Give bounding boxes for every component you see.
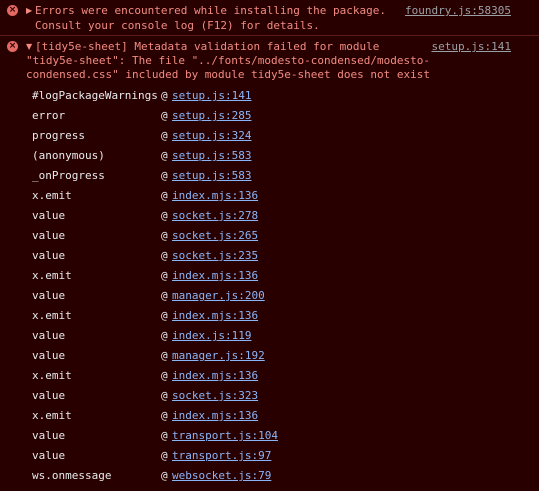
stack-frame-location-link[interactable]: socket.js:278	[172, 206, 258, 226]
error-message-line: [tidy5e-sheet] Metadata validation faile…	[35, 40, 380, 53]
error-icon: ×	[7, 41, 18, 52]
expand-triangle-icon[interactable]: ▶	[26, 4, 32, 17]
console-error-message[interactable]: × ▶ Errors were encountered while instal…	[0, 0, 539, 36]
stack-frame: value @ transport.js:97	[0, 446, 539, 466]
error-icon: ×	[7, 5, 18, 16]
stack-frame-function: value	[32, 329, 66, 342]
stack-frame-location-link[interactable]: index.mjs:136	[172, 306, 258, 326]
stack-frame-function: x.emit	[32, 409, 72, 422]
at-symbol: @	[161, 309, 168, 322]
at-symbol: @	[161, 109, 168, 122]
at-symbol: @	[161, 349, 168, 362]
stack-frame-location-link[interactable]: setup.js:583	[172, 146, 251, 166]
stack-frame-location-link[interactable]: setup.js:141	[172, 86, 251, 106]
at-symbol: @	[161, 289, 168, 302]
at-symbol: @	[161, 189, 168, 202]
stack-frame-location-link[interactable]: index.mjs:136	[172, 366, 258, 386]
error-message-line: Errors were encountered while installing…	[35, 4, 386, 17]
stack-frame: x.emit @ index.mjs:136	[0, 366, 539, 386]
stack-frame: _onProgress @ setup.js:583	[0, 166, 539, 186]
stack-frame: x.emit @ index.mjs:136	[0, 406, 539, 426]
at-symbol: @	[161, 249, 168, 262]
stack-frame-location-link[interactable]: transport.js:104	[172, 426, 278, 446]
stack-frame-location-link[interactable]: websocket.js:79	[172, 466, 271, 486]
stack-frame-function: error	[32, 109, 66, 122]
at-symbol: @	[161, 369, 168, 382]
stack-frame-function: ws.onmessage	[32, 469, 112, 482]
error-message-line: Consult your console log (F12) for detai…	[35, 19, 320, 32]
stack-frame: x.emit @ index.mjs:136	[0, 266, 539, 286]
stack-frame: value @ socket.js:278	[0, 206, 539, 226]
error-message-line: condensed.css" included by module tidy5e…	[26, 68, 430, 81]
stack-frame-location-link[interactable]: socket.js:323	[172, 386, 258, 406]
stack-frame-location-link[interactable]: setup.js:324	[172, 126, 251, 146]
stack-frame-location-link[interactable]: socket.js:265	[172, 226, 258, 246]
stack-frame: value @ socket.js:323	[0, 386, 539, 406]
at-symbol: @	[161, 389, 168, 402]
stack-frame-function: value	[32, 389, 66, 402]
stack-frame-function: (anonymous)	[32, 149, 105, 162]
source-link[interactable]: foundry.js:58305	[405, 4, 511, 17]
stack-frame: value @ transport.js:104	[0, 426, 539, 446]
at-symbol: @	[161, 149, 168, 162]
stack-frame-function: x.emit	[32, 309, 72, 322]
stack-frame: value @ manager.js:200	[0, 286, 539, 306]
stack-frame: (anonymous) @ setup.js:583	[0, 146, 539, 166]
stack-frame-location-link[interactable]: index.mjs:136	[172, 186, 258, 206]
at-symbol: @	[161, 409, 168, 422]
stack-frame-function: value	[32, 289, 66, 302]
stack-frame-function: value	[32, 249, 66, 262]
stack-frame-function: value	[32, 209, 66, 222]
error-message-line: "tidy5e-sheet": The file "../fonts/modes…	[26, 54, 430, 67]
stack-frame-location-link[interactable]: manager.js:200	[172, 286, 265, 306]
stack-frame: progress @ setup.js:324	[0, 126, 539, 146]
at-symbol: @	[161, 429, 168, 442]
stack-frame: x.emit @ index.mjs:136	[0, 186, 539, 206]
stack-frame-function: value	[32, 449, 66, 462]
stack-frame-function: x.emit	[32, 369, 72, 382]
stack-frame-location-link[interactable]: transport.js:97	[172, 446, 271, 466]
at-symbol: @	[161, 129, 168, 142]
at-symbol: @	[161, 229, 168, 242]
stack-frame-function: #logPackageWarnings	[32, 89, 158, 102]
at-symbol: @	[161, 209, 168, 222]
stack-frame: error @ setup.js:285	[0, 106, 539, 126]
stack-frame-location-link[interactable]: setup.js:285	[172, 106, 251, 126]
stack-frame-location-link[interactable]: index.mjs:136	[172, 266, 258, 286]
stack-frame-function: value	[32, 229, 66, 242]
stack-frame: x.emit @ index.mjs:136	[0, 306, 539, 326]
at-symbol: @	[161, 329, 168, 342]
at-symbol: @	[161, 469, 168, 482]
stack-frame: value @ socket.js:235	[0, 246, 539, 266]
stack-frame: value @ socket.js:265	[0, 226, 539, 246]
stack-frame-function: value	[32, 429, 66, 442]
stack-frame-location-link[interactable]: manager.js:192	[172, 346, 265, 366]
stack-frame-function: value	[32, 349, 66, 362]
stack-frame: value @ index.js:119	[0, 326, 539, 346]
stack-frame-function: x.emit	[32, 189, 72, 202]
at-symbol: @	[161, 169, 168, 182]
stack-frame-location-link[interactable]: socket.js:235	[172, 246, 258, 266]
stack-frame-location-link[interactable]: setup.js:583	[172, 166, 251, 186]
stack-frame-function: progress	[32, 129, 85, 142]
at-symbol: @	[161, 269, 168, 282]
stack-frame-function: x.emit	[32, 269, 72, 282]
console-panel: × ▶ Errors were encountered while instal…	[0, 0, 539, 491]
source-link[interactable]: setup.js:141	[432, 40, 511, 53]
stack-frame-location-link[interactable]: index.js:119	[172, 326, 251, 346]
stack-frame-function: _onProgress	[32, 169, 105, 182]
stack-frame: #logPackageWarnings @ setup.js:141	[0, 86, 539, 106]
stack-frame: ws.onmessage @ websocket.js:79	[0, 466, 539, 486]
stack-frame: value @ manager.js:192	[0, 346, 539, 366]
at-symbol: @	[161, 449, 168, 462]
stack-frame-location-link[interactable]: index.mjs:136	[172, 406, 258, 426]
at-symbol: @	[161, 89, 168, 102]
collapse-triangle-icon[interactable]: ▼	[26, 40, 32, 53]
